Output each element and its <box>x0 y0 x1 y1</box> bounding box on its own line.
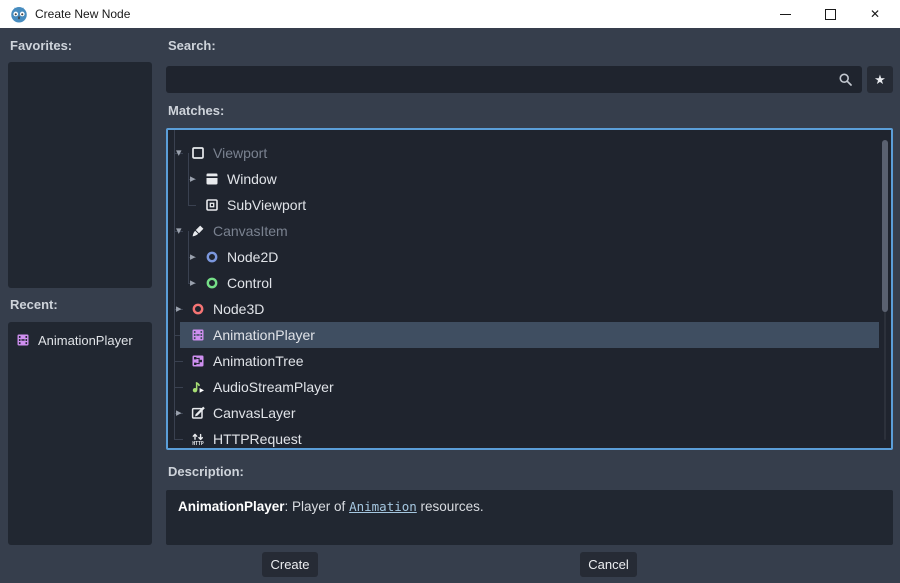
canvas-layer-icon <box>190 405 206 421</box>
cancel-button[interactable]: Cancel <box>580 552 637 577</box>
description-text: AnimationPlayer: Player of Animation res… <box>166 490 893 523</box>
description-panel: AnimationPlayer: Player of Animation res… <box>166 490 893 545</box>
tree-item-subviewport[interactable]: SubViewport <box>168 192 879 218</box>
favorite-toggle-button[interactable]: ★ <box>867 66 893 93</box>
node3d-icon <box>190 301 206 317</box>
matches-tree: ▾ Viewport ▸ Window SubViewport ▾ Canvas… <box>166 128 893 450</box>
svg-text:HTTP: HTTP <box>192 441 204 447</box>
tree-item-node3d[interactable]: ▸ Node3D <box>168 296 879 322</box>
chevron-down-icon[interactable]: ▾ <box>176 140 190 166</box>
tree-item-label: AnimationTree <box>213 353 304 369</box>
control-icon <box>204 275 220 291</box>
matches-label: Matches: <box>168 103 224 118</box>
window-icon <box>204 171 220 187</box>
chevron-down-icon[interactable]: ▾ <box>176 218 190 244</box>
description-label: Description: <box>168 464 244 479</box>
tree-item-audiostreamplayer[interactable]: AudioStreamPlayer <box>168 374 879 400</box>
maximize-button[interactable] <box>814 0 846 28</box>
canvas-item-icon <box>190 223 206 239</box>
search-input[interactable] <box>174 66 828 95</box>
window-titlebar: Create New Node ✕ <box>0 0 900 28</box>
recent-item-label: AnimationPlayer <box>38 333 133 348</box>
viewport-icon <box>190 145 206 161</box>
chevron-right-icon[interactable]: ▸ <box>176 296 190 322</box>
search-label: Search: <box>168 38 216 53</box>
audio-stream-player-icon <box>190 379 206 395</box>
tree-item-label: AnimationPlayer <box>213 327 315 343</box>
animation-player-icon <box>15 332 31 348</box>
window-title: Create New Node <box>35 0 130 28</box>
godot-logo-icon <box>9 4 29 24</box>
close-button[interactable]: ✕ <box>859 0 891 28</box>
minimize-icon <box>780 14 791 15</box>
subviewport-icon <box>204 197 220 213</box>
tree-item-label: CanvasLayer <box>213 405 296 421</box>
tree-item-label: CanvasItem <box>213 223 288 239</box>
tree-item-label: Node3D <box>213 301 264 317</box>
search-box <box>166 66 862 93</box>
favorites-list <box>8 62 152 288</box>
tree-item-control[interactable]: ▸ Control <box>168 270 879 296</box>
tree-item-label: Control <box>227 275 272 291</box>
tree-item-viewport[interactable]: ▾ Viewport <box>168 140 879 166</box>
tree-rows: ▾ Viewport ▸ Window SubViewport ▾ Canvas… <box>168 140 891 450</box>
tree-item-label: Node2D <box>227 249 278 265</box>
tree-item-httprequest[interactable]: HTTP HTTPRequest <box>168 426 879 450</box>
search-icon <box>837 71 854 88</box>
scrollbar-thumb[interactable] <box>882 140 888 312</box>
description-pre-text: : Player of <box>285 499 350 514</box>
node2d-icon <box>204 249 220 265</box>
chevron-right-icon[interactable]: ▸ <box>190 166 204 192</box>
animation-doc-link[interactable]: Animation <box>349 499 417 514</box>
minimize-button[interactable] <box>769 0 801 28</box>
chevron-right-icon[interactable]: ▸ <box>190 244 204 270</box>
favorites-label: Favorites: <box>10 38 72 53</box>
recent-list: AnimationPlayer <box>8 322 152 545</box>
tree-item-label: SubViewport <box>227 197 306 213</box>
recent-label: Recent: <box>10 297 58 312</box>
tree-item-label: Window <box>227 171 277 187</box>
maximize-icon <box>825 9 836 20</box>
http-request-icon: HTTP <box>190 431 206 447</box>
animation-tree-icon <box>190 353 206 369</box>
chevron-right-icon[interactable]: ▸ <box>190 270 204 296</box>
tree-item-window[interactable]: ▸ Window <box>168 166 879 192</box>
star-icon: ★ <box>874 72 886 87</box>
tree-item-node2d[interactable]: ▸ Node2D <box>168 244 879 270</box>
tree-item-label: AudioStreamPlayer <box>213 379 334 395</box>
animation-player-icon <box>190 327 206 343</box>
description-post-text: resources. <box>417 499 484 514</box>
tree-item-canvasitem[interactable]: ▾ CanvasItem <box>168 218 879 244</box>
chevron-right-icon[interactable]: ▸ <box>176 400 190 426</box>
description-class-name: AnimationPlayer <box>178 499 285 514</box>
create-new-node-dialog: Create New Node ✕ Favorites: Recent: Ani… <box>0 0 900 583</box>
tree-item-animationplayer[interactable]: AnimationPlayer <box>168 322 879 348</box>
tree-item-label: HTTPRequest <box>213 431 302 447</box>
tree-item-animationtree[interactable]: AnimationTree <box>168 348 879 374</box>
create-button[interactable]: Create <box>262 552 318 577</box>
recent-item-animationplayer[interactable]: AnimationPlayer <box>8 327 152 353</box>
tree-item-label: Viewport <box>213 145 267 161</box>
close-icon: ✕ <box>870 7 880 21</box>
tree-item-canvaslayer[interactable]: ▸ CanvasLayer <box>168 400 879 426</box>
